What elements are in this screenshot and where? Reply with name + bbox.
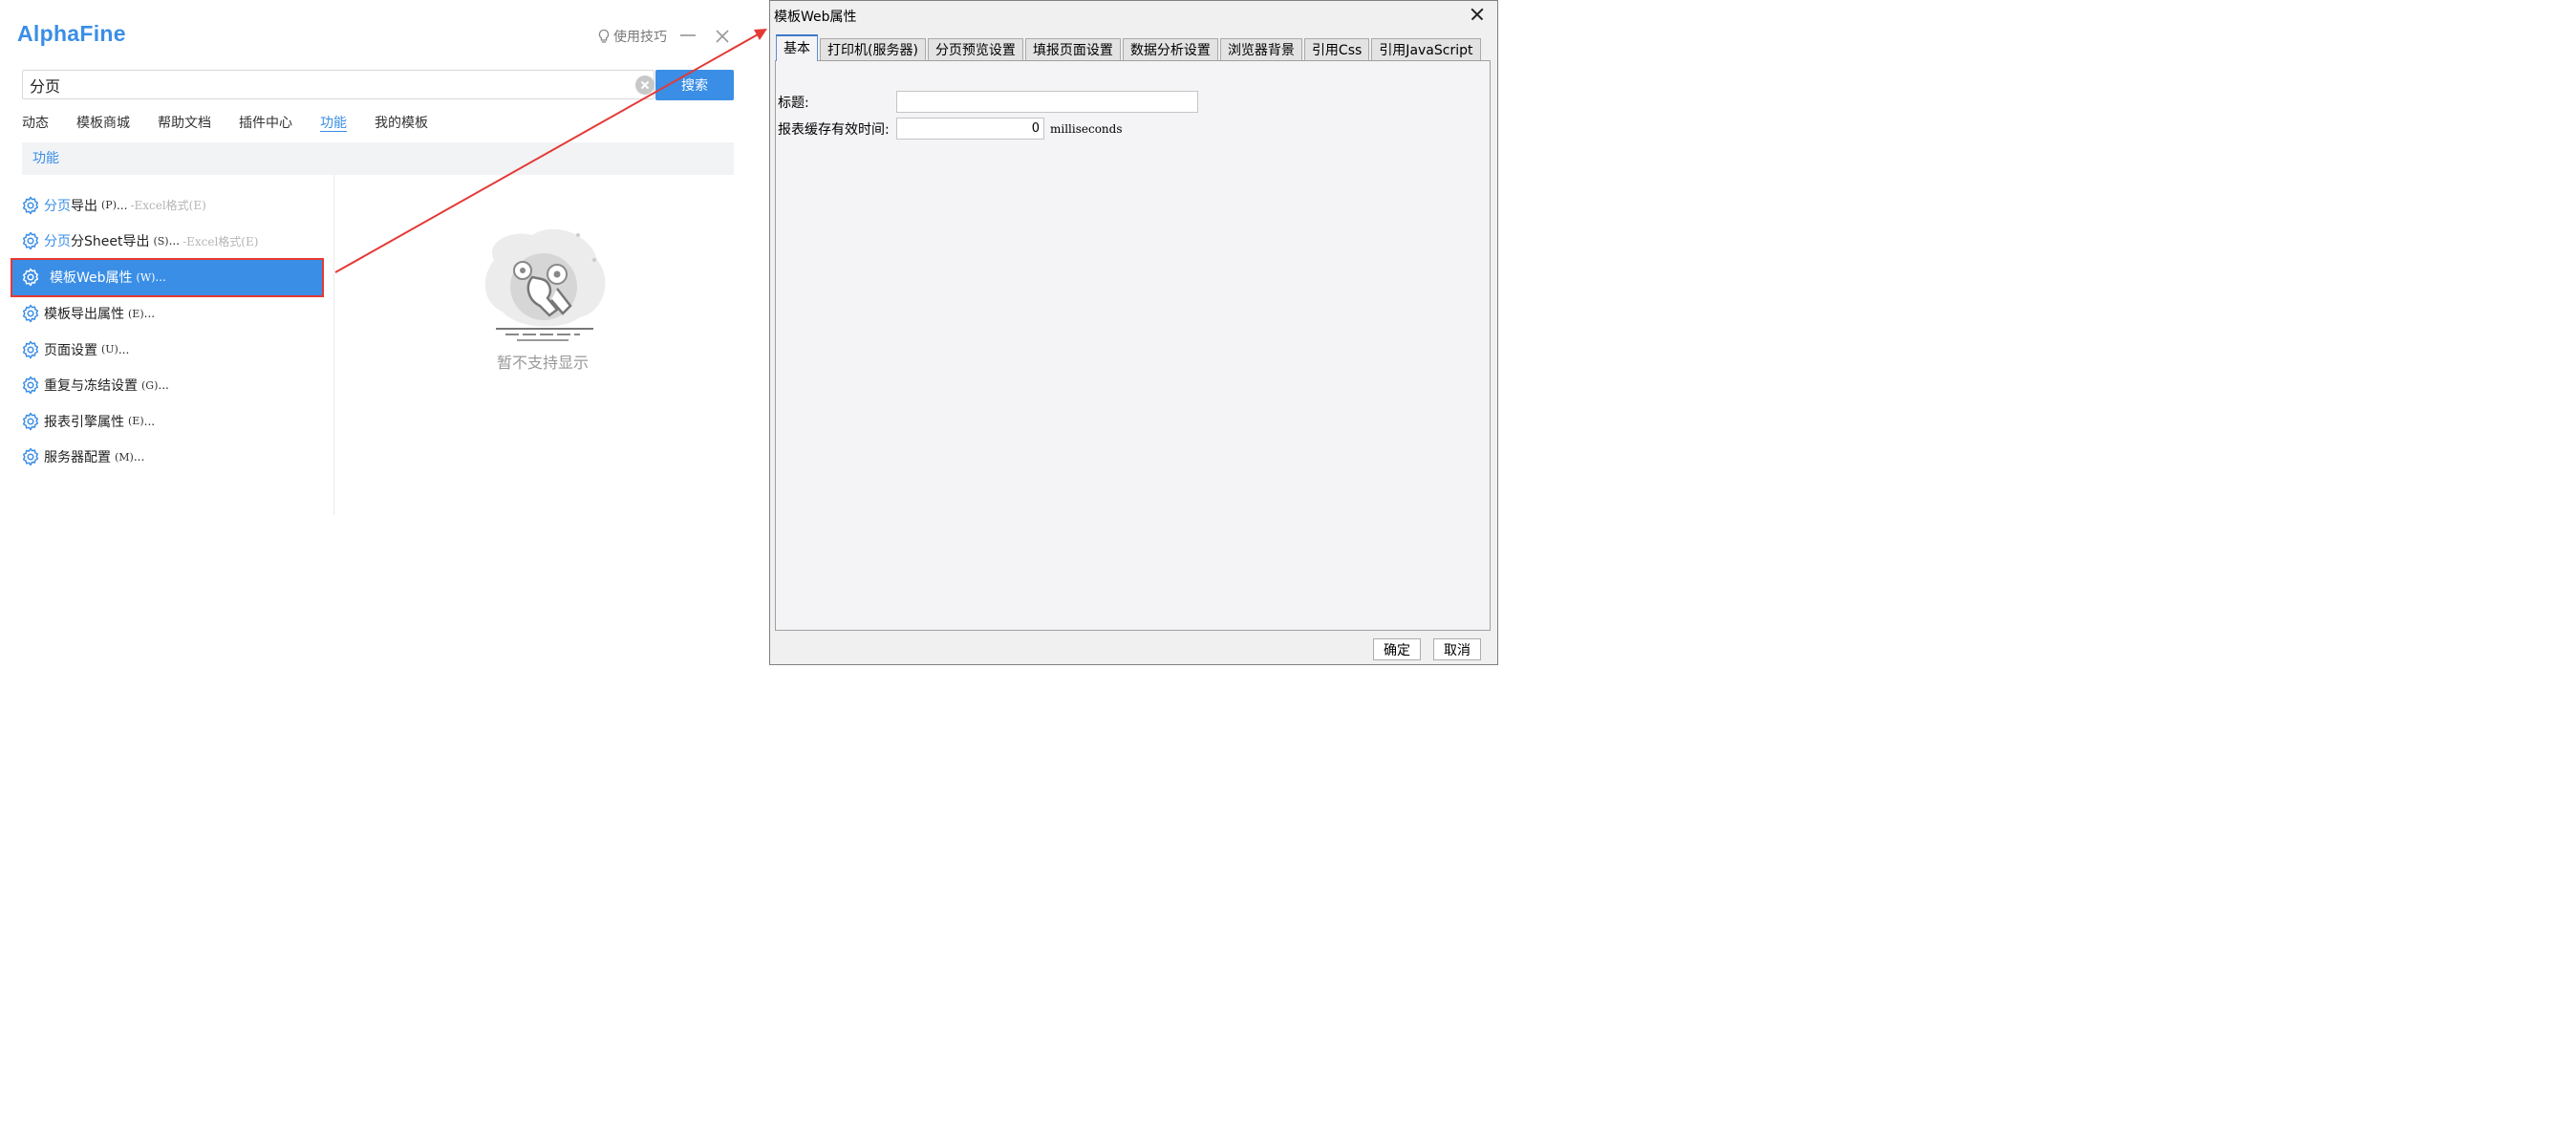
gear-icon <box>21 231 40 250</box>
result-item-selected[interactable]: 模板Web属性 (W)... <box>11 257 324 297</box>
result-item[interactable]: 报表引擎属性 (E)... <box>10 403 325 439</box>
dialog-tab-5[interactable]: 浏览器背景 <box>1219 38 1302 61</box>
result-dots: ... <box>133 450 145 464</box>
gear-icon <box>21 376 40 395</box>
result-extra: -Excel格式(E) <box>182 234 259 248</box>
dialog-tab-4[interactable]: 数据分析设置 <box>1122 38 1218 61</box>
result-item[interactable]: 分页 导出 (P)... -Excel格式(E) <box>10 187 325 223</box>
gear-icon <box>21 447 40 466</box>
result-item[interactable]: 重复与冻结设置 (G)... <box>10 368 325 403</box>
result-key: (W) <box>136 270 156 284</box>
cache-time-field[interactable] <box>897 119 1043 139</box>
gear-icon <box>21 340 40 359</box>
title-field-box <box>896 91 1198 113</box>
result-dots: ... <box>155 270 166 285</box>
search-box <box>22 70 655 99</box>
tips-label: 使用技巧 <box>613 30 667 45</box>
result-key: (S) <box>153 234 169 248</box>
result-text: 重复与冻结设置 <box>44 378 138 395</box>
result-key: (E) <box>128 415 144 428</box>
section-header: 功能 <box>22 142 734 175</box>
dialog-tab-7[interactable]: 引用JavaScript <box>1371 38 1481 61</box>
tab-5[interactable]: 我的模板 <box>375 113 428 132</box>
tab-4[interactable]: 功能 <box>320 113 347 132</box>
result-text: 模板导出属性 <box>44 307 124 323</box>
result-dots: ... <box>158 378 169 393</box>
minimize-button[interactable] <box>680 34 696 36</box>
result-text: 页面设置 <box>44 342 97 358</box>
dialog-tab-1[interactable]: 打印机(服务器) <box>820 38 926 61</box>
result-dots: ... <box>143 414 156 428</box>
result-key: (M) <box>115 450 134 464</box>
result-text: 服务器配置 <box>44 450 111 466</box>
result-dots: ... <box>116 198 128 212</box>
tab-2[interactable]: 帮助文档 <box>158 113 211 132</box>
result-extra: -Excel格式(E) <box>130 199 206 213</box>
result-dots: ... <box>168 234 181 248</box>
tab-1[interactable]: 模板商城 <box>76 113 130 132</box>
cache-time-label: 报表缓存有效时间: <box>778 122 890 138</box>
dialog-title: 模板Web属性 <box>774 10 857 25</box>
clear-search-icon[interactable] <box>635 75 655 95</box>
title-field[interactable] <box>897 92 1197 112</box>
dialog-tab-2[interactable]: 分页预览设置 <box>927 38 1023 61</box>
cache-time-unit: milliseconds <box>1050 122 1123 136</box>
ok-button[interactable]: 确定 <box>1373 638 1421 660</box>
result-key: (U) <box>101 343 118 356</box>
gear-icon <box>21 412 40 431</box>
empty-state-illustration <box>484 228 606 341</box>
result-item[interactable]: 分页 分Sheet导出 (S)... -Excel格式(E) <box>10 223 325 258</box>
alphafine-panel: AlphaFine 使用技巧 搜索 动态模板商城帮助文档插件中心功能我的模板 功… <box>0 0 764 665</box>
title-label: 标题: <box>778 96 809 111</box>
search-input[interactable] <box>23 71 632 98</box>
dialog-tab-6[interactable]: 引用Css <box>1303 38 1370 61</box>
result-item[interactable]: 模板导出属性 (E)... <box>10 296 325 332</box>
panel-divider <box>333 175 334 515</box>
dialog-close-icon[interactable] <box>1470 7 1485 22</box>
result-key: (G) <box>141 378 159 392</box>
result-text: 导出 <box>71 198 97 214</box>
tab-3[interactable]: 插件中心 <box>239 113 292 132</box>
result-text: 模板Web属性 <box>50 270 133 287</box>
empty-state-text: 暂不支持显示 <box>497 354 590 372</box>
result-key: (E) <box>128 307 144 320</box>
alphafine-logo: AlphaFine <box>17 21 126 46</box>
tab-0[interactable]: 动态 <box>22 113 49 132</box>
result-dots: ... <box>118 342 130 356</box>
cancel-button[interactable]: 取消 <box>1433 638 1481 660</box>
dialog-tabs: 基本 打印机(服务器) 分页预览设置 填报页面设置 数据分析设置 浏览器背景 引用Css 引用… <box>776 34 1483 61</box>
result-item[interactable]: 服务器配置 (M)... <box>10 439 325 474</box>
result-highlight: 分页 <box>44 198 71 214</box>
close-icon[interactable] <box>713 27 732 46</box>
result-item[interactable]: 页面设置 (U)... <box>10 332 325 367</box>
dialog-tab-3[interactable]: 填报页面设置 <box>1024 38 1121 61</box>
result-text: 报表引擎属性 <box>44 414 124 430</box>
gear-icon <box>21 268 40 287</box>
gear-icon <box>21 304 40 323</box>
dialog-tab-0[interactable]: 基本 <box>776 34 818 61</box>
result-highlight: 分页 <box>44 234 71 250</box>
result-dots: ... <box>143 307 156 321</box>
web-properties-dialog: 模板Web属性 基本 打印机(服务器) 分页预览设置 填报页面设置 数据分析设置 浏览器背… <box>769 0 1498 665</box>
result-list: 分页 导出 (P)... -Excel格式(E) 分页 分Sheet导出 (S)... -Ex… <box>10 187 325 475</box>
search-button[interactable]: 搜索 <box>655 70 734 100</box>
tips-link[interactable]: 使用技巧 <box>597 27 667 46</box>
result-text: 分Sheet导出 <box>71 234 150 250</box>
tab-panel-basic <box>775 60 1491 631</box>
result-key: (P) <box>101 199 117 212</box>
gear-icon <box>21 196 40 215</box>
cache-time-field-box <box>896 118 1044 140</box>
lightbulb-icon <box>598 29 610 43</box>
category-tabs: 动态 模板商城 帮助文档 插件中心 功能 我的模板 <box>22 113 456 132</box>
